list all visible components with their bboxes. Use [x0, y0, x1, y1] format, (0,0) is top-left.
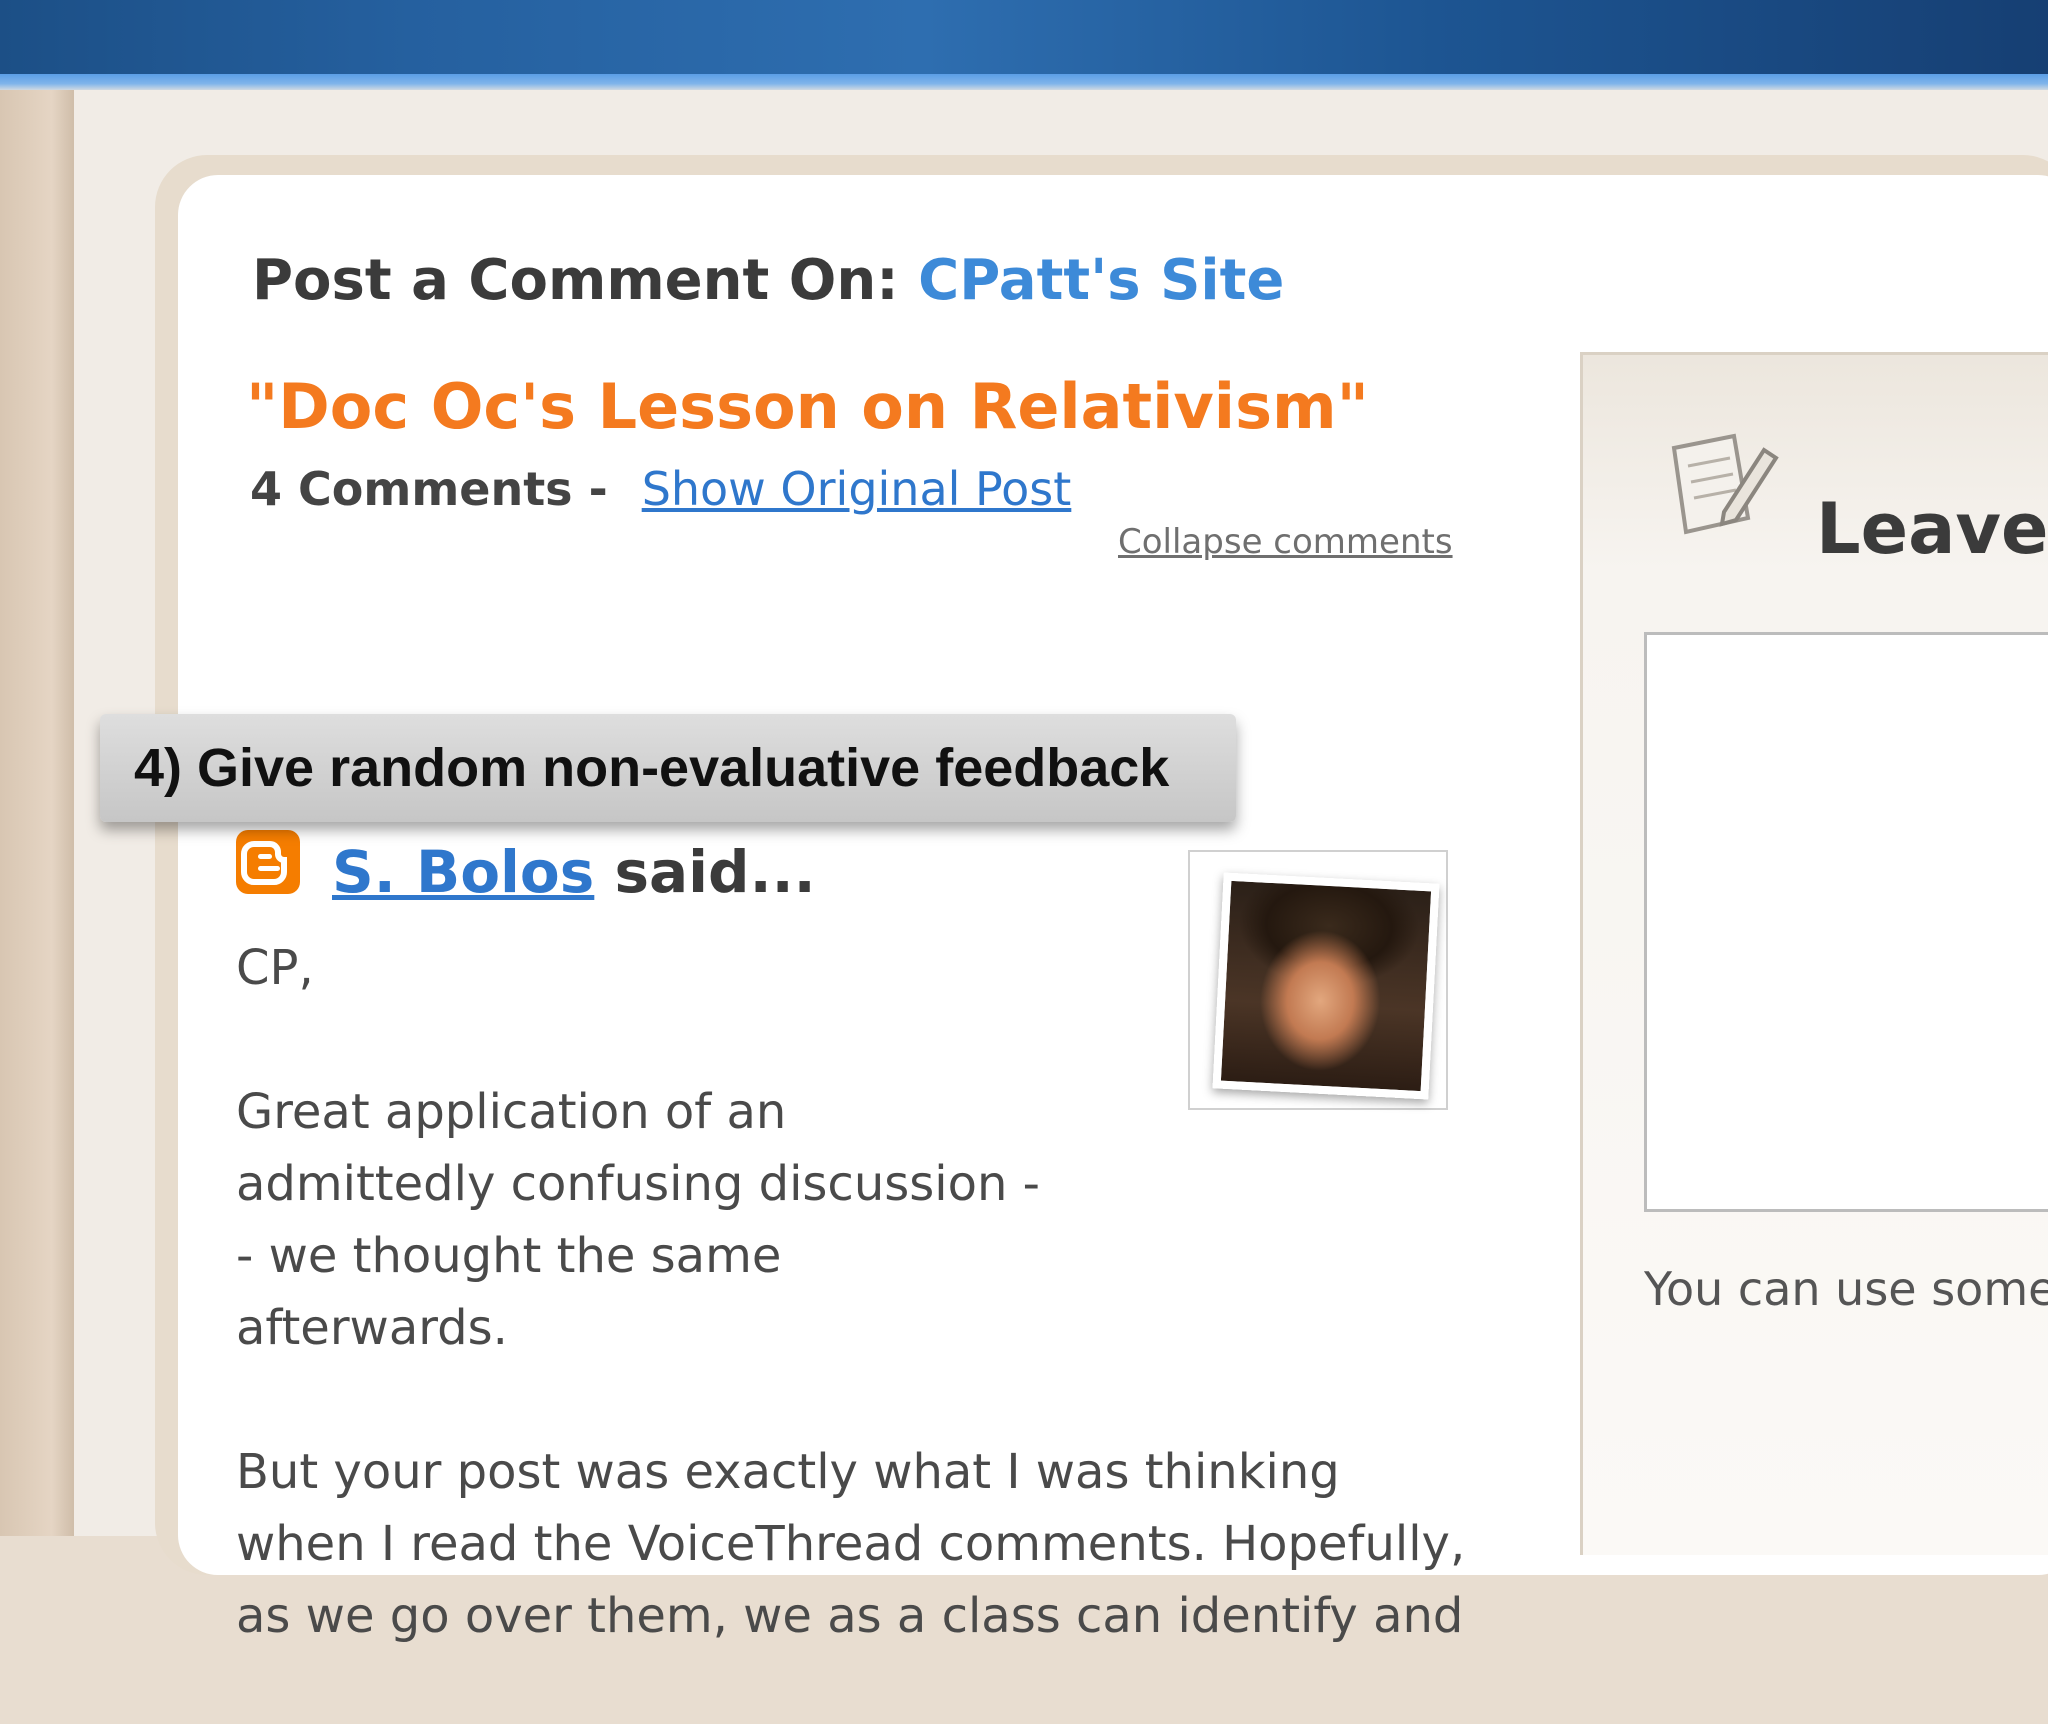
comment-paragraph: CP,: [236, 940, 314, 996]
site-name-link[interactable]: CPatt's Site: [918, 248, 1284, 313]
post-meta: 4 Comments - Show Original Post: [250, 462, 1071, 516]
leave-comment-heading: Leave y: [1816, 488, 2048, 570]
notepad-pencil-icon: [1664, 428, 1784, 552]
comment-paragraph: Great application of an admittedly confu…: [236, 1084, 1040, 1356]
post-title: "Doc Oc's Lesson on Relativism": [246, 370, 1369, 443]
html-usage-note: You can use some: [1644, 1262, 2048, 1316]
show-original-post-link[interactable]: Show Original Post: [642, 462, 1072, 516]
meta-separator: -: [588, 462, 608, 516]
comment-textarea[interactable]: [1644, 632, 2048, 1212]
top-bar-stripe: [0, 74, 2048, 90]
said-label: said...: [614, 838, 816, 906]
left-border-strip: [0, 90, 74, 1536]
comment-body: CP, Great application of an admittedly c…: [236, 932, 1476, 1724]
comment-count: 4 Comments: [250, 462, 573, 516]
comment-paragraph: But your post was exactly what I was thi…: [236, 1444, 1466, 1644]
comment-author-line: S. Bolos said...: [332, 838, 816, 906]
header-prefix: Post a Comment On:: [252, 248, 899, 313]
collapse-comments-link[interactable]: Collapse comments: [1118, 522, 1453, 562]
page-header: Post a Comment On: CPatt's Site: [252, 248, 1284, 313]
blogger-icon: [236, 830, 300, 894]
annotation-callout: 4) Give random non-evaluative feedback: [100, 714, 1236, 822]
browser-top-bar: [0, 0, 2048, 78]
comment-author-link[interactable]: S. Bolos: [332, 838, 594, 906]
